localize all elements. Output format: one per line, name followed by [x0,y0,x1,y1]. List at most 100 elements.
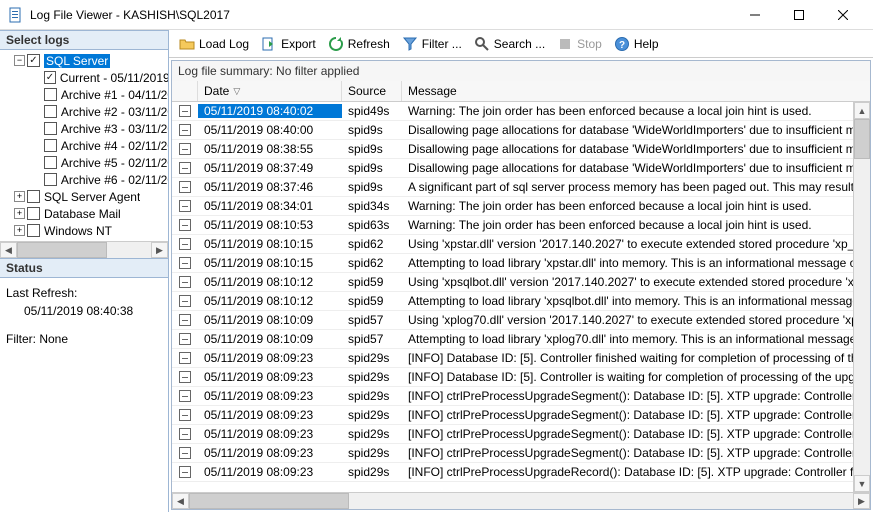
table-row[interactable]: 05/11/2019 08:10:12spid59Attempting to l… [172,292,870,311]
cell-message: Warning: The join order has been enforce… [402,199,870,213]
checkbox[interactable] [44,105,56,118]
cell-message: Disallowing page allocations for databas… [402,123,870,137]
refresh-button[interactable]: Refresh [324,34,394,54]
scroll-right-icon[interactable]: ▶ [151,242,168,258]
tree-row-sibling[interactable]: +Windows NT [0,222,168,239]
cell-date: 05/11/2019 08:09:23 [198,408,342,422]
checkbox[interactable] [27,207,40,220]
row-icon-cell [172,333,198,345]
col-source[interactable]: Source [342,81,402,101]
table-row[interactable]: 05/11/2019 08:09:23spid29s[INFO] ctrlPre… [172,406,870,425]
col-date[interactable]: Date ▽ [198,81,342,101]
tree-row-sibling[interactable]: +SQL Server Agent [0,188,168,205]
checkbox[interactable] [44,173,56,186]
tree-row-archive[interactable]: Archive #1 - 04/11/20 [0,86,168,103]
grid-vscroll[interactable]: ▲ ▼ [853,102,870,492]
tree-row-archive[interactable]: Archive #4 - 02/11/20 [0,137,168,154]
checkbox[interactable]: ✓ [44,71,56,84]
table-row[interactable]: 05/11/2019 08:10:09spid57Attempting to l… [172,330,870,349]
maximize-button[interactable] [777,0,821,30]
tree-row-sibling[interactable]: +Database Mail [0,205,168,222]
expand-icon[interactable]: + [14,208,25,219]
table-row[interactable]: 05/11/2019 08:09:23spid29s[INFO] ctrlPre… [172,444,870,463]
scroll-thumb[interactable] [854,119,870,159]
scroll-right-icon[interactable]: ▶ [853,493,870,509]
toolbar-label: Refresh [348,37,390,51]
cell-date: 05/11/2019 08:09:23 [198,465,342,479]
cell-message: Attempting to load library 'xpstar.dll' … [402,256,870,270]
checkbox[interactable]: ✓ [27,54,40,67]
checkbox[interactable] [27,224,40,237]
status-block: Last Refresh: 05/11/2019 08:40:38 Filter… [0,278,168,354]
tree-hscroll[interactable]: ◀ ▶ [0,241,168,258]
tree-row-archive[interactable]: Archive #3 - 03/11/20 [0,120,168,137]
status-header: Status [0,258,168,278]
table-row[interactable]: 05/11/2019 08:09:23spid29s[INFO] Databas… [172,349,870,368]
expand-icon[interactable]: + [14,191,25,202]
checkbox[interactable] [44,156,56,169]
table-row[interactable]: 05/11/2019 08:10:53spid63sWarning: The j… [172,216,870,235]
toolbar: Load Log Export Refresh Filter ... Searc… [169,30,873,58]
tree-row-sqlserver[interactable]: − ✓ SQL Server [0,52,168,69]
row-icon-cell [172,428,198,440]
cell-message: Using 'xplog70.dll' version '2017.140.20… [402,313,870,327]
col-label: Message [408,84,457,98]
table-row[interactable]: 05/11/2019 08:38:55spid9sDisallowing pag… [172,140,870,159]
cell-date: 05/11/2019 08:10:12 [198,275,342,289]
checkbox[interactable] [44,88,56,101]
table-row[interactable]: 05/11/2019 08:10:12spid59Using 'xpsqlbot… [172,273,870,292]
scroll-down-icon[interactable]: ▼ [854,475,870,492]
filter-button[interactable]: Filter ... [398,34,466,54]
row-icon-cell [172,371,198,383]
scroll-up-icon[interactable]: ▲ [854,102,870,119]
col-message[interactable]: Message [402,81,870,101]
cell-source: spid9s [342,180,402,194]
tree-row-archive[interactable]: Archive #2 - 03/11/20 [0,103,168,120]
scroll-left-icon[interactable]: ◀ [0,242,17,258]
table-row[interactable]: 05/11/2019 08:40:00spid9sDisallowing pag… [172,121,870,140]
last-refresh-value: 05/11/2019 08:40:38 [6,304,162,318]
row-icon-cell [172,181,198,193]
cell-source: spid29s [342,446,402,460]
stop-icon [557,36,573,52]
scroll-left-icon[interactable]: ◀ [172,493,189,509]
scroll-thumb[interactable] [17,242,107,258]
table-row[interactable]: 05/11/2019 08:09:23spid29s[INFO] ctrlPre… [172,387,870,406]
scroll-thumb[interactable] [189,493,349,509]
log-entry-icon [179,219,191,231]
cell-date: 05/11/2019 08:37:49 [198,161,342,175]
table-row[interactable]: 05/11/2019 08:40:02spid49sWarning: The j… [172,102,870,121]
spacer [32,72,42,83]
cell-source: spid9s [342,123,402,137]
tree-row-archive[interactable]: Archive #6 - 02/11/20 [0,171,168,188]
export-button[interactable]: Export [257,34,320,54]
help-button[interactable]: ? Help [610,34,663,54]
tree-label: Archive #4 - 02/11/20 [61,139,168,153]
checkbox[interactable] [44,139,56,152]
table-row[interactable]: 05/11/2019 08:09:23spid29s[INFO] ctrlPre… [172,425,870,444]
search-button[interactable]: Search ... [470,34,549,54]
table-row[interactable]: 05/11/2019 08:10:15spid62Using 'xpstar.d… [172,235,870,254]
checkbox[interactable] [44,122,56,135]
table-row[interactable]: 05/11/2019 08:34:01spid34sWarning: The j… [172,197,870,216]
stop-button[interactable]: Stop [553,34,606,54]
log-entry-icon [179,409,191,421]
table-row[interactable]: 05/11/2019 08:37:46spid9sA significant p… [172,178,870,197]
tree-row-archive[interactable]: ✓Current - 05/11/2019 0 [0,69,168,86]
tree-row-archive[interactable]: Archive #5 - 02/11/20 [0,154,168,171]
expand-icon[interactable]: + [14,225,25,236]
minimize-button[interactable] [733,0,777,30]
checkbox[interactable] [27,190,40,203]
table-row[interactable]: 05/11/2019 08:09:23spid29s[INFO] ctrlPre… [172,463,870,482]
collapse-icon[interactable]: − [14,55,25,66]
grid-hscroll[interactable]: ◀ ▶ [172,492,870,509]
table-row[interactable]: 05/11/2019 08:10:15spid62Attempting to l… [172,254,870,273]
table-row[interactable]: 05/11/2019 08:09:23spid29s[INFO] Databas… [172,368,870,387]
window-title: Log File Viewer - KASHISH\SQL2017 [30,8,733,22]
col-icon[interactable] [172,81,198,101]
cell-source: spid63s [342,218,402,232]
load-log-button[interactable]: Load Log [175,34,253,54]
table-row[interactable]: 05/11/2019 08:37:49spid9sDisallowing pag… [172,159,870,178]
close-button[interactable] [821,0,865,30]
table-row[interactable]: 05/11/2019 08:10:09spid57Using 'xplog70.… [172,311,870,330]
